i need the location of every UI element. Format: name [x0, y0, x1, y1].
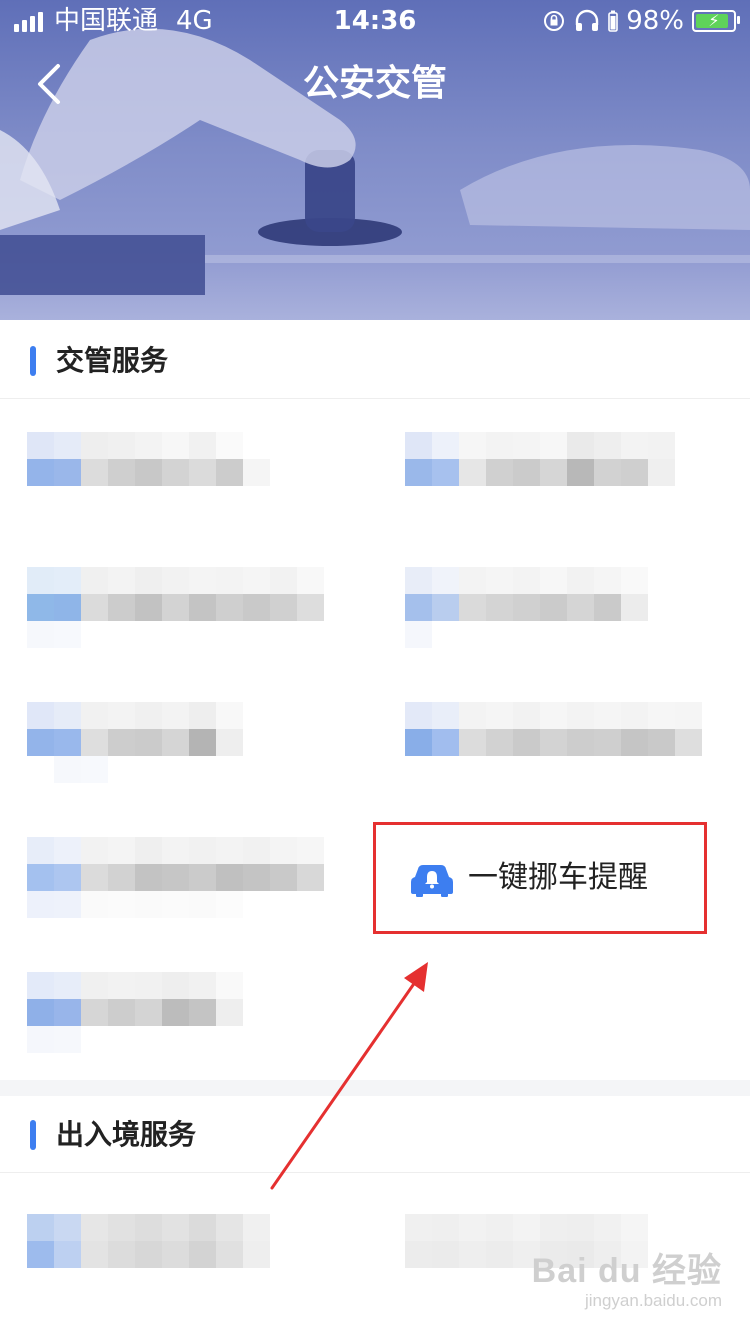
headphones-icon — [576, 9, 599, 31]
section-title: 交管服务 — [56, 344, 169, 377]
blurred-service-item[interactable] — [405, 432, 675, 486]
watermark-sub: jingyan.baidu.com — [584, 1291, 722, 1310]
section-accent-bar — [30, 1120, 36, 1150]
blurred-service-item[interactable] — [405, 702, 702, 756]
car-alert-icon — [411, 865, 453, 897]
section-header-traffic: 交管服务 — [0, 322, 750, 399]
section-title: 出入境服务 — [56, 1118, 197, 1151]
section-divider — [0, 1080, 750, 1096]
move-car-reminder-label: 一键挪车提醒 — [468, 860, 648, 895]
blurred-service-item[interactable] — [405, 567, 648, 648]
page-title: 公安交管 — [302, 63, 447, 104]
watermark-main: Bai du 经验 — [531, 1252, 722, 1290]
battery-charging-icon: ⚡ — [692, 10, 740, 32]
blurred-service-item[interactable] — [27, 432, 297, 486]
blurred-service-item[interactable] — [27, 702, 243, 783]
blurred-service-item[interactable] — [27, 972, 243, 1053]
battery-percent: 98% — [626, 6, 684, 36]
blurred-service-item[interactable] — [27, 837, 324, 918]
status-bar: 中国联通 4G 14:36 98% ⚡ — [0, 0, 750, 42]
section-header-immigration: 出入境服务 — [0, 1096, 750, 1173]
blurred-service-item[interactable] — [27, 567, 324, 648]
move-car-reminder-item[interactable]: 一键挪车提醒 — [373, 822, 707, 934]
small-battery-icon — [608, 10, 619, 32]
section-accent-bar — [30, 346, 36, 376]
banner-photo — [0, 28, 750, 320]
baidu-jingyan-watermark: Bai du 经验 jingyan.baidu.com — [532, 1252, 722, 1312]
orientation-lock-icon — [544, 11, 565, 31]
blurred-service-item[interactable] — [27, 1214, 270, 1268]
header-banner: 中国联通 4G 14:36 98% ⚡ 公安交管 — [0, 0, 750, 320]
